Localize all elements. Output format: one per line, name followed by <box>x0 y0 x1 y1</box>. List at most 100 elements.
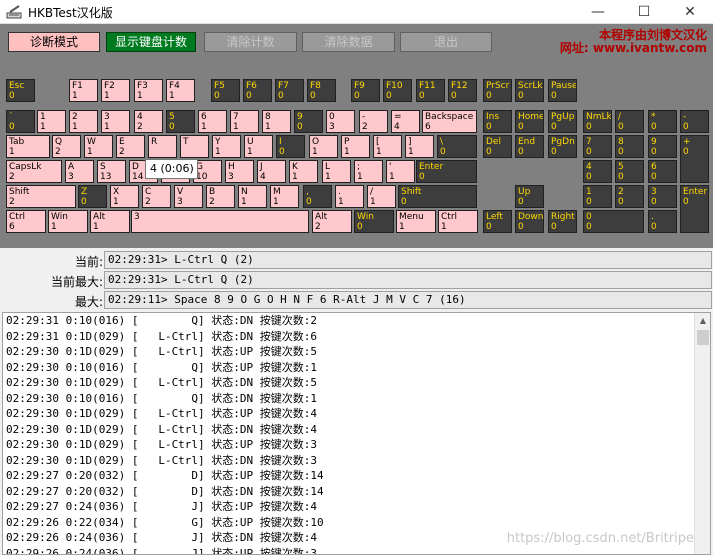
key-sym-16[interactable]: ` 0 <box>6 110 35 133</box>
key-menu-97[interactable]: Menu 1 <box>396 210 436 233</box>
key-6-22[interactable]: 61 <box>198 110 227 133</box>
key-enter-70[interactable]: Enter 0 <box>416 160 477 183</box>
minimize-button[interactable]: — <box>575 0 621 24</box>
key-f10-10[interactable]: F10 0 <box>383 79 412 102</box>
key-f8-8[interactable]: F8 0 <box>307 79 336 102</box>
key-capslk-58[interactable]: CapsLk 2 <box>6 160 62 183</box>
key-5-72[interactable]: 50 <box>615 160 644 183</box>
key-z-75[interactable]: Z0 <box>78 185 107 208</box>
key-down-100[interactable]: Down 0 <box>515 210 544 233</box>
key-f9-9[interactable]: F9 0 <box>351 79 380 102</box>
key-u-44[interactable]: U1 <box>244 135 273 158</box>
key-b-79[interactable]: B2 <box>206 185 235 208</box>
key-1-87[interactable]: 10 <box>583 185 612 208</box>
key-o-46[interactable]: O1 <box>309 135 338 158</box>
key-backspace-29[interactable]: Backspace 6 <box>422 110 477 133</box>
clear-count-button[interactable]: 清除计数 <box>204 32 297 52</box>
key-end-52[interactable]: End 0 <box>515 135 544 158</box>
key-pause-15[interactable]: Pause 0 <box>548 79 577 102</box>
key-sym-34[interactable]: /0 <box>615 110 644 133</box>
key-sym-83[interactable]: .1 <box>335 185 364 208</box>
key-nmlk-33[interactable]: NmLk 0 <box>583 110 612 133</box>
key-l-67[interactable]: L1 <box>322 160 351 183</box>
key-v-78[interactable]: V3 <box>174 185 203 208</box>
scroll-up-icon[interactable]: ▲ <box>695 313 710 329</box>
key-sym-57[interactable]: +0 <box>680 135 709 183</box>
key-9-56[interactable]: 90 <box>648 135 677 158</box>
key-ctrl-98[interactable]: Ctrl 1 <box>438 210 478 233</box>
key-space-94[interactable]: 3 <box>131 210 309 233</box>
key-q-38[interactable]: Q2 <box>52 135 81 158</box>
key-9-25[interactable]: 90 <box>294 110 323 133</box>
key-sym-36[interactable]: -0 <box>680 110 709 133</box>
key-f7-7[interactable]: F7 0 <box>275 79 304 102</box>
key-sym-35[interactable]: * 0 <box>648 110 677 133</box>
key-win-92[interactable]: Win 1 <box>48 210 88 233</box>
key-pgup-32[interactable]: PgUp 0 <box>548 110 577 133</box>
clear-data-button[interactable]: 清除数据 <box>302 32 395 52</box>
show-keyboard-count-button[interactable]: 显示键盘计数 <box>106 32 196 52</box>
key-y-43[interactable]: Y1 <box>212 135 241 158</box>
diagnostic-mode-button[interactable]: 诊断模式 <box>8 32 100 52</box>
key-shift-85[interactable]: Shift 0 <box>398 185 477 208</box>
key-scrlk-14[interactable]: ScrLk 0 <box>515 79 544 102</box>
key-sym-103[interactable]: .0 <box>648 210 677 233</box>
vertical-scrollbar[interactable]: ▲ <box>694 313 710 554</box>
key-ctrl-91[interactable]: Ctrl 6 <box>6 210 46 233</box>
key-e-40[interactable]: E2 <box>116 135 145 158</box>
key-up-86[interactable]: Up 0 <box>515 185 544 208</box>
key-right-101[interactable]: Right 0 <box>548 210 577 233</box>
key-4-71[interactable]: 40 <box>583 160 612 183</box>
key-f11-11[interactable]: F11 0 <box>416 79 445 102</box>
key-c-77[interactable]: C2 <box>142 185 171 208</box>
key-s-60[interactable]: S 13 <box>97 160 126 183</box>
key-sym-82[interactable]: ,0 <box>303 185 332 208</box>
key-ins-30[interactable]: Ins 0 <box>483 110 512 133</box>
key-f2-2[interactable]: F2 1 <box>101 79 130 102</box>
maximize-button[interactable]: ☐ <box>621 0 667 24</box>
key-4-20[interactable]: 42 <box>134 110 163 133</box>
key-i-45[interactable]: I0 <box>276 135 305 158</box>
key-f5-5[interactable]: F5 0 <box>211 79 240 102</box>
close-button[interactable]: ✕ <box>667 0 713 24</box>
key-pgdn-53[interactable]: PgDn 0 <box>548 135 577 158</box>
key-7-23[interactable]: 71 <box>230 110 259 133</box>
key-n-80[interactable]: N1 <box>238 185 267 208</box>
key-a-59[interactable]: A3 <box>65 160 94 183</box>
key-enter-90[interactable]: Enter 0 <box>680 185 709 233</box>
key-6-73[interactable]: 60 <box>648 160 677 183</box>
key-0-26[interactable]: 03 <box>326 110 355 133</box>
key-p-47[interactable]: P1 <box>341 135 370 158</box>
key-alt-95[interactable]: Alt 2 <box>312 210 352 233</box>
key-f12-12[interactable]: F12 0 <box>448 79 477 102</box>
key-alt-93[interactable]: Alt 1 <box>90 210 130 233</box>
key-shift-74[interactable]: Shift 2 <box>6 185 76 208</box>
key-win-96[interactable]: Win 0 <box>354 210 394 233</box>
key-h-64[interactable]: H3 <box>225 160 254 183</box>
key-left-99[interactable]: Left 0 <box>483 210 512 233</box>
key-1-17[interactable]: 11 <box>37 110 66 133</box>
key-sym-84[interactable]: /1 <box>367 185 396 208</box>
key-8-24[interactable]: 81 <box>262 110 291 133</box>
key-tab-37[interactable]: Tab 1 <box>6 135 50 158</box>
key-sym-48[interactable]: [1 <box>373 135 402 158</box>
key-event-log[interactable]: 02:29:31 0:10(016) [ Q] 状态:DN 按键次数:2 02:2… <box>2 312 711 555</box>
key-sym-49[interactable]: ] 1 <box>405 135 434 158</box>
key-7-54[interactable]: 70 <box>583 135 612 158</box>
key-f1-1[interactable]: F1 1 <box>69 79 98 102</box>
key-sym-50[interactable]: \ 0 <box>437 135 477 158</box>
key-del-51[interactable]: Del 0 <box>483 135 512 158</box>
key-sym-27[interactable]: -2 <box>359 110 388 133</box>
key-t-42[interactable]: T <box>180 135 209 158</box>
key-8-55[interactable]: 80 <box>615 135 644 158</box>
key-2-88[interactable]: 20 <box>615 185 644 208</box>
scrollbar-thumb[interactable] <box>697 330 709 345</box>
key-3-19[interactable]: 31 <box>101 110 130 133</box>
key-f3-3[interactable]: F3 1 <box>134 79 163 102</box>
key-f6-6[interactable]: F6 0 <box>243 79 272 102</box>
key-prscr-13[interactable]: PrScr 0 <box>483 79 512 102</box>
key-5-21[interactable]: 50 <box>166 110 195 133</box>
key-x-76[interactable]: X1 <box>110 185 139 208</box>
key-j-65[interactable]: J4 <box>257 160 286 183</box>
key-f4-4[interactable]: F4 1 <box>166 79 195 102</box>
